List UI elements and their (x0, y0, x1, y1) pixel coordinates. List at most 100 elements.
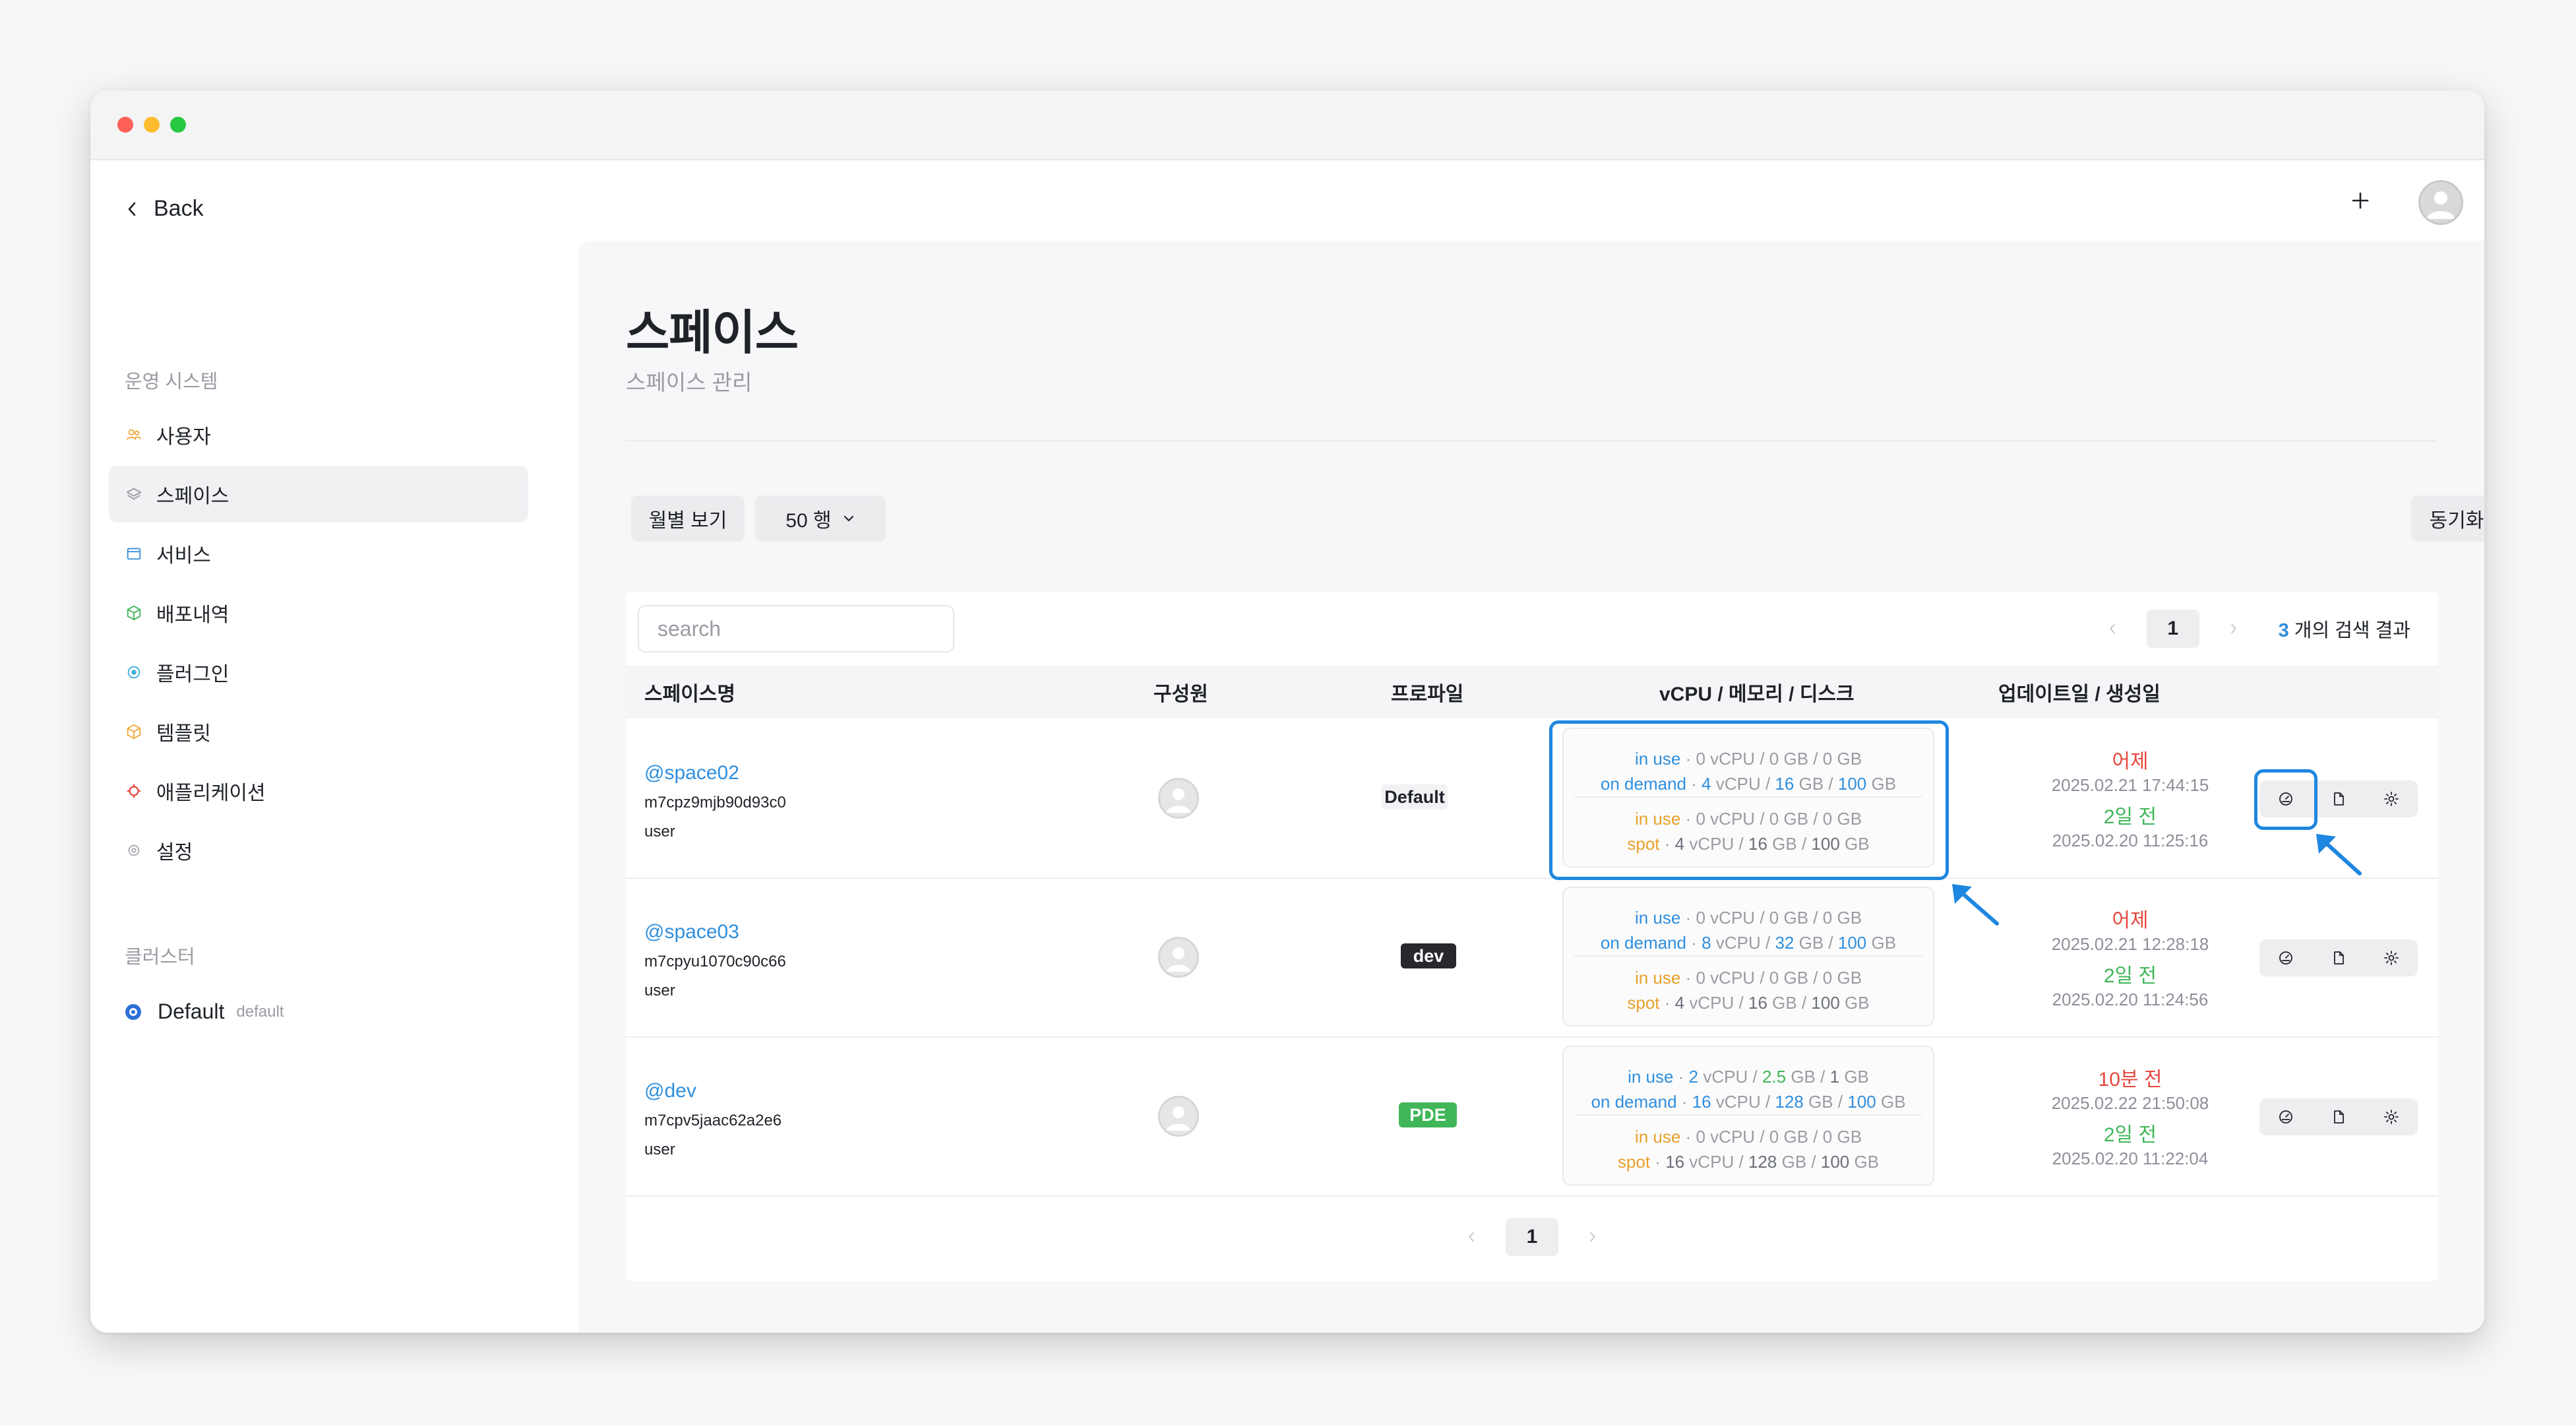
updated-date: 2025.02.21 12:28:18 (2051, 934, 2209, 954)
column-header-members[interactable]: 구성원 (1153, 666, 1208, 718)
sidebar-item-plugins[interactable]: 플러그인 (109, 644, 528, 701)
cluster-item-default[interactable]: Default default (123, 999, 284, 1024)
column-header-resources[interactable]: vCPU / 메모리 / 디스크 (1659, 666, 1855, 718)
main-content: 스페이스 스페이스 관리 월별 보기 50 행 동기화 1 3개의 검색 결과 … (578, 241, 2484, 1333)
prev-page-button[interactable] (2099, 616, 2126, 642)
space-id: m7cpv5jaac62a2e6 (644, 1112, 782, 1129)
created-relative: 2일 전 (2103, 1124, 2157, 1146)
gauge-icon (2279, 1110, 2292, 1124)
app-icon (125, 782, 143, 800)
monitor-button[interactable] (2259, 1098, 2312, 1135)
member-avatar[interactable] (1158, 778, 1199, 819)
sync-button[interactable]: 동기화 (2411, 495, 2484, 542)
settings-button[interactable] (2365, 939, 2418, 976)
updated-relative: 어제 (2112, 910, 2149, 932)
app-window: Back 운영 시스템 사용자 스페이스 서비스 배포내역 플러그인 템플릿 애… (90, 90, 2484, 1333)
sidebar-item-label: 사용자 (156, 426, 211, 448)
updated-relative: 10분 전 (2098, 1069, 2162, 1091)
resource-summary: in use · 0 vCPU / 0 GB / 0 GB on demand … (1562, 728, 1934, 868)
settings-button[interactable] (2365, 780, 2418, 817)
cluster-icon (125, 1003, 141, 1020)
rows-per-page-select[interactable]: 50 행 (755, 495, 886, 542)
layers-icon (125, 485, 143, 503)
close-window-button[interactable] (117, 117, 133, 133)
updated-date: 2025.02.21 17:44:15 (2051, 775, 2209, 795)
search-input[interactable] (638, 605, 954, 652)
sidebar-item-applications[interactable]: 애플리케이션 (109, 763, 528, 819)
sidebar-item-spaces[interactable]: 스페이스 (109, 466, 528, 522)
sidebar-item-label: 애플리케이션 (156, 782, 266, 804)
row-actions (2259, 1098, 2418, 1135)
space-name-link[interactable]: @space03 (644, 921, 739, 943)
settings-button[interactable] (2365, 1098, 2418, 1135)
sidebar-item-label: 설정 (156, 842, 193, 864)
space-id: m7cpz9mjb90d93c0 (644, 794, 786, 811)
created-date: 2025.02.20 11:22:04 (2052, 1149, 2209, 1168)
maximize-window-button[interactable] (170, 117, 186, 133)
sidebar-item-label: 서비스 (156, 545, 211, 567)
plus-icon[interactable] (2346, 186, 2375, 215)
table-row[interactable]: @dev m7cpv5jaac62a2e6 user PDE in use · … (626, 1036, 2438, 1197)
plugin-icon (125, 663, 143, 681)
sidebar-item-users[interactable]: 사용자 (109, 406, 528, 463)
member-avatar[interactable] (1158, 937, 1199, 978)
table-header: 스페이스명 구성원 프로파일 vCPU / 메모리 / 디스크 업데이트일 / … (626, 666, 2438, 718)
sidebar-item-services[interactable]: 서비스 (109, 525, 528, 582)
gear-icon (2384, 951, 2399, 965)
user-icon (1167, 1106, 1190, 1131)
minimize-window-button[interactable] (144, 117, 160, 133)
result-summary: 3 개의 검색 결과 (2279, 615, 2410, 643)
spaces-table-card: 1 3개의 검색 결과 스페이스명 구성원 프로파일 vCPU / 메모리 / … (626, 592, 2438, 1281)
cluster-tag: default (236, 1002, 284, 1021)
gear-icon (2384, 792, 2399, 806)
ondemand-inuse-line: in use · 0 vCPU / 0 GB / 0 GB (1634, 749, 1862, 769)
space-role: user (644, 823, 675, 840)
document-button[interactable] (2312, 939, 2365, 976)
result-count: 3 (2278, 620, 2289, 641)
column-header-dates[interactable]: 업데이트일 / 생성일 (1998, 666, 2161, 718)
page-subtitle: 스페이스 관리 (626, 370, 752, 395)
rows-per-page-label: 50 행 (785, 510, 832, 532)
ondemand-inuse-line: in use · 2 vCPU / 2.5 GB / 1 GB (1628, 1067, 1869, 1087)
next-page-button[interactable] (2221, 616, 2247, 642)
sidebar-item-templates[interactable]: 템플릿 (109, 703, 528, 760)
spot-line: spot · 16 vCPU / 128 GB / 100 GB (1617, 1152, 1880, 1172)
table-row[interactable]: @space03 m7cpyu1070c90c66 user dev in us… (626, 877, 2438, 1038)
prev-page-button[interactable] (1458, 1224, 1485, 1250)
page-number-button[interactable]: 1 (1506, 1218, 1558, 1256)
updated-date: 2025.02.22 21:50:08 (2051, 1093, 2209, 1113)
document-icon (2334, 951, 2344, 965)
space-role: user (644, 982, 675, 999)
column-header-name[interactable]: 스페이스명 (644, 666, 735, 718)
table-row[interactable]: @space02 m7cpz9mjb90d93c0 user Default i… (626, 718, 2438, 879)
profile-badge: dev (1401, 943, 1456, 968)
page-title: 스페이스 (626, 307, 799, 360)
chevron-right-icon (2231, 623, 2236, 634)
user-avatar[interactable] (2418, 180, 2463, 225)
divider (626, 440, 2437, 441)
resource-summary: in use · 0 vCPU / 0 GB / 0 GB on demand … (1562, 887, 1934, 1027)
monthly-view-button[interactable]: 월별 보기 (631, 495, 745, 542)
pagination-top: 1 3 개의 검색 결과 (2099, 609, 2410, 649)
monitor-button[interactable] (2259, 939, 2312, 976)
document-button[interactable] (2312, 780, 2365, 817)
chevron-right-icon (1590, 1232, 1595, 1242)
back-button[interactable]: Back (125, 196, 204, 222)
column-header-profile[interactable]: 프로파일 (1391, 666, 1463, 718)
ondemand-line: on demand · 4 vCPU / 16 GB / 100 GB (1600, 774, 1897, 794)
next-page-button[interactable] (1579, 1224, 1606, 1250)
gauge-icon (2279, 792, 2292, 806)
user-icon (1167, 947, 1190, 972)
monitor-button[interactable] (2259, 780, 2312, 817)
space-name-link[interactable]: @space02 (644, 762, 739, 784)
space-name-link[interactable]: @dev (644, 1080, 696, 1102)
sidebar-item-settings[interactable]: 설정 (109, 822, 528, 879)
page-number-button[interactable]: 1 (2146, 610, 2199, 648)
document-button[interactable] (2312, 1098, 2365, 1135)
divider (1574, 955, 1922, 957)
member-avatar[interactable] (1158, 1096, 1199, 1137)
result-label: 개의 검색 결과 (2294, 620, 2410, 641)
row-actions (2259, 939, 2418, 976)
sidebar-item-deployments[interactable]: 배포내역 (109, 585, 528, 641)
sidebar: 운영 시스템 사용자 스페이스 서비스 배포내역 플러그인 템플릿 애플리케이션… (90, 241, 578, 1333)
